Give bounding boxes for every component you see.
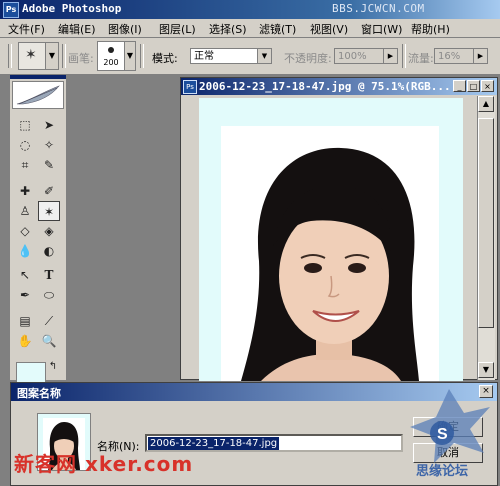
document-title: 2006-12-23_17-18-47.jpg @ 75.1%(RGB... [199, 80, 451, 93]
menu-edit[interactable]: 编辑(E) [58, 21, 96, 37]
flow-value: 16% [438, 51, 461, 62]
xker-watermark-cn: 新客网 [14, 452, 77, 476]
adobe-feather-logo[interactable] [12, 81, 64, 109]
site-watermark: BBS.JCWCN.COM [332, 2, 425, 15]
scroll-down-icon[interactable]: ▼ [478, 362, 494, 378]
opacity-field[interactable]: 100% [334, 48, 384, 64]
move-tool-icon[interactable]: ➤ [38, 115, 60, 135]
options-divider [62, 44, 66, 68]
document-icon: Ps [183, 80, 197, 94]
app-title-bar: Ps Adobe Photoshop BBS.JCWCN.COM [0, 0, 500, 19]
toolbox: ⬚ ➤ ◌ ✧ ⌗ ✎ ✚ ✐ ♙ ✶ ◇ ◈ 💧 ◐ ↖ T ✒ ⬭ ▤ ⟋ … [10, 75, 67, 380]
healing-brush-tool-icon[interactable]: ✚ [14, 181, 36, 201]
toolbox-header[interactable] [10, 75, 66, 79]
eyedropper-tool-icon[interactable]: ⟋ [38, 311, 60, 331]
opacity-value: 100% [338, 51, 367, 62]
flow-field[interactable]: 16% [434, 48, 474, 64]
marquee-tool-icon[interactable]: ⬚ [14, 115, 36, 135]
menu-window[interactable]: 窗口(W) [361, 21, 402, 37]
notes-tool-icon[interactable]: ▤ [14, 311, 36, 331]
slice-tool-icon[interactable]: ✎ [38, 155, 60, 175]
svg-text:S: S [437, 426, 448, 443]
chevron-down-icon[interactable]: ▼ [124, 41, 136, 71]
vertical-scrollbar[interactable]: ▲ ▼ [477, 96, 495, 380]
menu-bar: 文件(F) 编辑(E) 图像(I) 图层(L) 选择(S) 滤镜(T) 视图(V… [0, 19, 500, 38]
flow-label: 流量: [408, 52, 434, 65]
options-divider [140, 44, 144, 68]
missyuan-logo-text: 思缘论坛 [416, 463, 468, 479]
dodge-tool-icon[interactable]: ◐ [38, 241, 60, 261]
chevron-down-icon[interactable]: ▼ [45, 42, 59, 70]
document-window: Ps 2006-12-23_17-18-47.jpg @ 75.1%(RGB..… [180, 77, 498, 381]
pen-tool-icon[interactable]: ✒ [14, 285, 36, 305]
paint-bucket-tool-icon[interactable]: ◈ [38, 221, 60, 241]
menu-view[interactable]: 视图(V) [310, 21, 348, 37]
brush-preset-picker[interactable]: 200 [97, 41, 125, 71]
chevron-right-icon: ▶ [383, 49, 397, 63]
menu-layer[interactable]: 图层(L) [159, 21, 196, 37]
chevron-down-icon: ▼ [257, 49, 271, 63]
lasso-tool-icon[interactable]: ◌ [14, 135, 36, 155]
brush-label: 画笔: [68, 52, 94, 65]
xker-watermark-url: xker.com [84, 452, 194, 476]
menu-select[interactable]: 选择(S) [209, 21, 247, 37]
maximize-icon[interactable]: □ [467, 80, 480, 92]
hand-tool-icon[interactable]: ✋ [14, 331, 36, 351]
eraser-tool-icon[interactable]: ◇ [14, 221, 36, 241]
options-divider [402, 44, 406, 68]
photoshop-icon: Ps [3, 2, 19, 18]
path-selection-tool-icon[interactable]: ↖ [14, 265, 36, 285]
canvas[interactable] [199, 98, 463, 381]
portrait-photo[interactable] [221, 126, 439, 381]
document-title-bar[interactable]: Ps 2006-12-23_17-18-47.jpg @ 75.1%(RGB..… [181, 78, 497, 95]
scroll-thumb[interactable] [478, 118, 494, 328]
magic-wand-tool-icon[interactable]: ✧ [38, 135, 60, 155]
chevron-right-icon: ▶ [473, 49, 487, 63]
menu-filter[interactable]: 滤镜(T) [259, 21, 296, 37]
foreground-color-swatch[interactable] [16, 362, 46, 384]
close-icon[interactable]: × [481, 80, 494, 92]
history-brush-tool-icon[interactable]: ✶ [38, 201, 60, 221]
flow-slider-button[interactable]: ▶ [473, 48, 488, 64]
zoom-tool-icon[interactable]: 🔍 [38, 331, 60, 351]
scroll-up-icon[interactable]: ▲ [478, 96, 494, 112]
mode-select[interactable]: 正常 ▼ [190, 48, 272, 64]
menu-help[interactable]: 帮助(H) [411, 21, 450, 37]
type-tool-icon[interactable]: T [38, 265, 60, 285]
opacity-slider-button[interactable]: ▶ [383, 48, 398, 64]
opacity-label: 不透明度: [284, 52, 332, 65]
clone-stamp-tool-icon[interactable]: ♙ [14, 201, 36, 221]
brush-tool-icon[interactable]: ✐ [38, 181, 60, 201]
menu-file[interactable]: 文件(F) [8, 21, 45, 37]
options-grip [8, 44, 12, 68]
menu-image[interactable]: 图像(I) [108, 21, 142, 37]
mode-value: 正常 [194, 51, 214, 62]
app-title: Adobe Photoshop [22, 2, 122, 15]
blur-tool-icon[interactable]: 💧 [14, 241, 36, 261]
missyuan-logo-watermark: S 思缘论坛 [404, 383, 494, 481]
crop-tool-icon[interactable]: ⌗ [14, 155, 36, 175]
brush-tip-icon [108, 47, 114, 53]
options-bar: ▼ 画笔: 200 ▼ 模式: 正常 ▼ 不透明度: 100% ▶ 流量: 16… [0, 38, 500, 75]
minimize-icon[interactable]: _ [453, 80, 466, 92]
brush-size: 200 [103, 58, 119, 67]
tool-preset-picker[interactable] [18, 42, 46, 70]
xker-watermark: 新客网 xker.com [14, 448, 193, 477]
shape-tool-icon[interactable]: ⬭ [38, 285, 60, 305]
mode-label: 模式: [152, 52, 178, 65]
dialog-title: 图案名称 [17, 387, 61, 400]
